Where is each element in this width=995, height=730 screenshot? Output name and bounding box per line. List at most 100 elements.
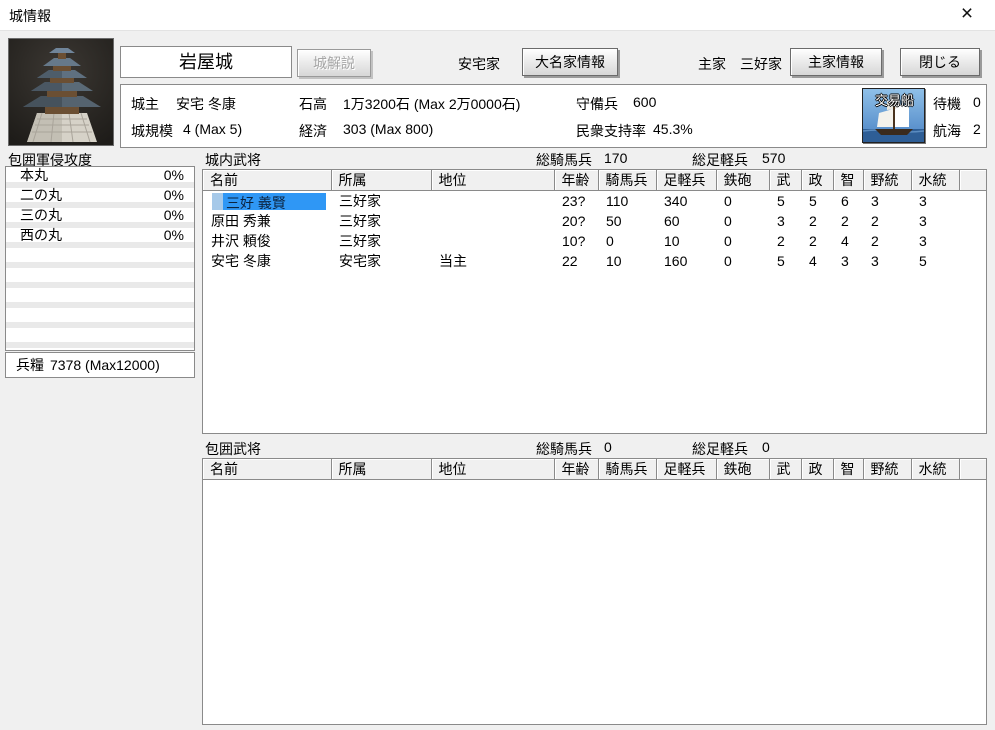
cell-filler — [959, 191, 986, 212]
cell-cavalry: 110 — [606, 193, 629, 209]
economy-value: 303 (Max 800) — [343, 121, 434, 137]
cell-foot: 340 — [664, 193, 688, 209]
close-button[interactable]: 閉じる — [900, 48, 980, 76]
column-header: 地位 — [431, 459, 555, 480]
cell-filler — [959, 231, 986, 251]
cell-field: 3 — [871, 193, 879, 209]
liege-name: 三好家 — [740, 56, 782, 72]
cell-field: 2 — [871, 233, 879, 249]
castle-officers-table: 名前 所属 地位 年齢 騎馬兵 足軽兵 鉄砲武政智野統 水統 三好 義賢 三好家 23? 110 340… — [203, 170, 986, 271]
liege-info-button[interactable]: 主家情報 — [790, 48, 882, 76]
cell-filler — [959, 251, 986, 271]
cell-guns: 0 — [724, 213, 732, 229]
siege-progress-row: 西の丸 0% — [6, 228, 194, 248]
cell-name: 原田 秀兼 — [211, 213, 271, 229]
column-header: 名前 — [203, 170, 332, 191]
cell-guns: 0 — [724, 193, 732, 209]
cell-clan: 三好家 — [339, 233, 381, 249]
cell-int: 3 — [841, 253, 849, 269]
column-header: 所属 — [331, 459, 432, 480]
officer-row[interactable]: 井沢 頼俊 三好家 10? 0 10 0 2 2 4 2 3 — [203, 231, 986, 251]
voyage-label: 航海 — [933, 123, 961, 139]
cell-clan: 三好家 — [339, 213, 381, 229]
cell-int: 2 — [841, 213, 849, 229]
title-bar: 城情報 × — [0, 0, 995, 31]
siege-progress-row — [6, 308, 194, 328]
selection-lead-mark — [212, 192, 223, 210]
castle-name: 岩屋城 — [179, 52, 233, 72]
ward-name: 本丸 — [20, 167, 48, 183]
officer-row[interactable]: 安宅 冬康 安宅家 当主 22 10 160 0 5 4 3 3 5 — [203, 251, 986, 271]
cell-war: 5 — [777, 253, 785, 269]
cell-rank — [431, 191, 554, 212]
cell-pol: 5 — [809, 193, 817, 209]
trade-ship-button[interactable]: 交易船 — [862, 88, 925, 143]
provisions-value: 7378 (Max12000) — [50, 357, 160, 373]
column-header: 水統 — [911, 170, 960, 191]
cell-pol: 4 — [809, 253, 817, 269]
cell-rank: 当主 — [439, 253, 467, 269]
cell-age: 23? — [562, 193, 586, 209]
column-header: 野統 — [863, 170, 912, 191]
cell-cavalry: 10 — [606, 253, 622, 269]
selected-officer-name: 三好 義賢 — [223, 192, 326, 211]
total-foot-value: 570 — [762, 150, 786, 166]
cell-guns: 0 — [724, 253, 732, 269]
column-header: 年齢 — [554, 459, 599, 480]
ward-progress-value: 0% — [163, 227, 184, 243]
officer-row[interactable]: 原田 秀兼 三好家 20? 50 60 0 3 2 2 2 3 — [203, 211, 986, 231]
siege-progress-row — [6, 248, 194, 268]
castle-officers-title: 城内武将 — [205, 152, 261, 168]
liege-label: 主家 — [698, 56, 726, 72]
table-header-row: 名前 所属 地位 年齢 騎馬兵 足軽兵 鉄砲武政智野統 水統 — [203, 459, 986, 480]
cell-name: 安宅 冬康 — [211, 253, 271, 269]
lord-label: 城主 — [131, 96, 159, 112]
ward-name: 二の丸 — [20, 187, 62, 203]
waiting-label: 待機 — [933, 96, 961, 112]
siege-total-cavalry-value: 0 — [604, 439, 612, 455]
cell-naval: 3 — [919, 233, 927, 249]
close-icon[interactable]: × — [949, 0, 985, 30]
column-header: 政 — [801, 459, 834, 480]
castle-info-box: 城主 安宅 冬康 石高 1万3200石 (Max 2万0000石) 守備兵 60… — [120, 84, 987, 148]
siege-progress-row — [6, 288, 194, 308]
column-header: 鉄砲 — [716, 170, 770, 191]
column-header: 武 — [769, 170, 802, 191]
total-cavalry-label: 総騎馬兵 — [536, 152, 592, 168]
cell-war: 5 — [777, 193, 785, 209]
total-cavalry-value: 170 — [604, 150, 628, 166]
column-header: 智 — [833, 459, 864, 480]
cell-naval: 3 — [919, 193, 927, 209]
cell-foot: 160 — [664, 253, 688, 269]
cell-guns: 0 — [724, 233, 732, 249]
daimyo-info-button[interactable]: 大名家情報 — [522, 48, 618, 76]
siege-officers-title: 包囲武将 — [205, 441, 261, 457]
column-header: 水統 — [911, 459, 960, 480]
column-header-filler — [959, 459, 986, 480]
cell-field: 2 — [871, 213, 879, 229]
column-header: 足軽兵 — [656, 170, 717, 191]
siege-total-foot-label: 総足軽兵 — [692, 441, 748, 457]
cell-naval: 3 — [919, 213, 927, 229]
cell-field: 3 — [871, 253, 879, 269]
siege-progress-row: 本丸 0% — [6, 168, 194, 188]
cell-name: 三好 義賢 — [203, 191, 331, 212]
castle-description-button[interactable]: 城解説 — [297, 49, 371, 77]
cell-foot: 60 — [664, 213, 680, 229]
garrison-value: 600 — [633, 94, 657, 110]
siege-progress-list: 本丸 0% 二の丸 0% 三の丸 0% 西の丸 0% — [5, 166, 195, 351]
column-header: 所属 — [331, 170, 432, 191]
column-header-filler — [959, 170, 986, 191]
provisions-label: 兵糧 — [16, 357, 44, 373]
support-label: 民衆支持率 — [576, 123, 646, 139]
economy-label: 経済 — [299, 123, 327, 139]
voyage-value: 2 — [973, 121, 981, 137]
cell-int: 6 — [841, 193, 849, 209]
siege-progress-row: 二の丸 0% — [6, 188, 194, 208]
lord-value: 安宅 冬康 — [176, 96, 236, 112]
column-header: 野統 — [863, 459, 912, 480]
siege-progress-row: 三の丸 0% — [6, 208, 194, 228]
officer-row[interactable]: 三好 義賢 三好家 23? 110 340 0 5 5 6 3 3 — [203, 191, 986, 212]
cell-foot: 10 — [664, 233, 680, 249]
column-header: 騎馬兵 — [598, 459, 657, 480]
